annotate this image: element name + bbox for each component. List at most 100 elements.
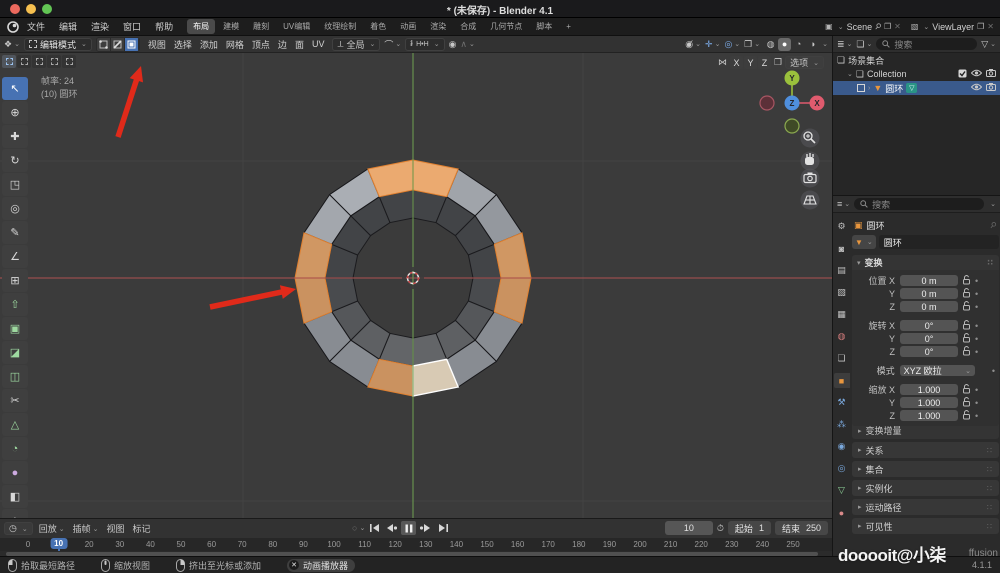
outliner-sync-dropdown[interactable]: ❏⌄	[856, 39, 872, 50]
panel-实例化[interactable]: ▸实例化∷	[852, 480, 999, 496]
lock-icon[interactable]	[962, 333, 971, 345]
object-type-dropdown[interactable]: ▼⌄	[852, 235, 876, 249]
vertex-select-mode-button[interactable]	[97, 38, 111, 51]
new-viewlayer-icon[interactable]: ❐	[977, 22, 984, 31]
timeline-menu-视图[interactable]: 视图	[107, 522, 125, 535]
frame-end-field[interactable]: 结束 250	[775, 521, 828, 535]
camera-icon[interactable]	[986, 83, 996, 93]
tool-add-cube[interactable]: ⊞	[2, 269, 28, 292]
camera-icon[interactable]	[986, 69, 996, 79]
menu-窗口[interactable]: 窗口	[123, 20, 141, 33]
animate-dot[interactable]: •	[975, 276, 978, 286]
outliner-row-torus-object[interactable]: ›▼圆环▽	[833, 81, 1000, 95]
tool-transform[interactable]: ◎	[2, 197, 28, 220]
workspace-tab-脚本[interactable]: 脚本	[530, 19, 558, 34]
value-field[interactable]: 1.000	[900, 384, 958, 395]
mirror-axis-z-button[interactable]: Z	[758, 56, 771, 69]
transform-orientation-dropdown[interactable]: ⟂ 全局 ⌄	[332, 38, 380, 51]
animate-dot[interactable]: •	[975, 334, 978, 344]
solid-shading-button[interactable]: ●	[778, 38, 791, 51]
animate-dot[interactable]: •	[975, 347, 978, 357]
workspace-tab-建模[interactable]: 建模	[217, 19, 245, 34]
preview-range-icon[interactable]: ⏱	[717, 523, 724, 534]
workspace-tab-动画[interactable]: 动画	[394, 19, 422, 34]
animate-dot[interactable]: •	[975, 289, 978, 299]
outliner-row-scene-collection[interactable]: ❏场景集合	[833, 53, 1000, 67]
viewlayer-selector[interactable]: ▧⌄ ViewLayer ❐ ✕	[911, 22, 994, 32]
timeline-menu-标记[interactable]: 标记	[133, 522, 151, 535]
timeline-menu-插帧[interactable]: 插帧⌄	[73, 522, 99, 535]
visibility-dropdown[interactable]: ◉̸⌄	[685, 39, 701, 50]
eye-icon[interactable]	[971, 69, 982, 79]
panel-集合[interactable]: ▸集合∷	[852, 461, 999, 477]
tool-bevel[interactable]: ◪	[2, 341, 28, 364]
xray-dropdown[interactable]: ❐⌄	[744, 39, 760, 50]
material-shading-button[interactable]: ◔	[792, 38, 805, 51]
workspace-tab-UV编辑[interactable]: UV编辑	[277, 19, 316, 34]
select-option-extend[interactable]	[17, 55, 31, 68]
snap-mini-icon[interactable]: ❐	[774, 57, 782, 68]
tool-knife[interactable]: ✂	[2, 389, 28, 412]
properties-tab-scene[interactable]: ▦	[834, 307, 850, 322]
rotation-mode-dropdown[interactable]: XYZ 欧拉⌄	[900, 365, 975, 376]
menu-渲染[interactable]: 渲染	[91, 20, 109, 33]
properties-tab-world[interactable]: ◍	[834, 329, 850, 344]
tool-extrude-region[interactable]: ⇧	[2, 293, 28, 316]
next-keyframe-button[interactable]	[418, 521, 433, 535]
wireframe-shading-button[interactable]: ◍	[764, 38, 777, 51]
properties-tab-modifiers[interactable]: ⚒	[834, 395, 850, 410]
panel-grip-icon[interactable]: ∷	[987, 258, 994, 267]
animate-dot[interactable]: •	[975, 385, 978, 395]
workspace-tab-雕刻[interactable]: 雕刻	[247, 19, 275, 34]
lock-icon[interactable]	[962, 275, 971, 287]
value-field[interactable]: 0°	[900, 320, 958, 331]
outliner-row-collection[interactable]: ⌄❏Collection	[833, 67, 1000, 81]
3d-viewport[interactable]: YXZ 帧率: 24 (10) 圆环 ↖⊕✚↻◳◎✎∠⊞⇧▣◪◫✂△◔●◧∴ ⋈…	[0, 53, 832, 518]
panel-运动路径[interactable]: ▸运动路径∷	[852, 499, 999, 515]
timeline-ruler[interactable]: 0203040506070809010011012013014015016017…	[0, 538, 832, 551]
tool-edge-slide[interactable]: ◧	[2, 485, 28, 508]
snap-target-dropdown[interactable]: ៛H•H⌄	[405, 38, 444, 51]
jump-to-start-button[interactable]	[367, 521, 382, 535]
scene-name[interactable]: Scene	[847, 22, 873, 32]
tool-spin[interactable]: ◔	[2, 437, 28, 460]
editor-type-dropdown[interactable]: ❖⌄	[4, 39, 20, 50]
rendered-shading-button[interactable]: ◑	[806, 38, 819, 51]
value-field[interactable]: 0°	[900, 333, 958, 344]
delete-scene-icon[interactable]: ✕	[894, 22, 901, 31]
viewport-menu-顶点[interactable]: 顶点	[248, 38, 274, 51]
pin-icon[interactable]: ⚲	[873, 21, 883, 32]
tool-smooth[interactable]: ●	[2, 461, 28, 484]
mirror-axis-x-button[interactable]: X	[730, 56, 743, 69]
gizmos-dropdown[interactable]: ✛⌄	[705, 39, 720, 50]
overlays-dropdown[interactable]: ◎⌄	[724, 39, 740, 50]
value-field[interactable]: 0 m	[900, 301, 958, 312]
panel-可见性[interactable]: ▸可见性∷	[852, 518, 999, 534]
tool-rip-region[interactable]: ∴	[2, 509, 28, 518]
timeline-menu-回放[interactable]: 回放⌄	[39, 522, 65, 535]
outliner-display-mode-dropdown[interactable]: ≣⌄	[837, 39, 852, 50]
lock-icon[interactable]	[962, 384, 971, 396]
add-workspace-button[interactable]: +	[560, 20, 577, 33]
properties-tab-object[interactable]: ■	[834, 373, 850, 388]
scene-selector[interactable]: ▣⌄ Scene ⚲ ❐ ✕	[825, 22, 901, 32]
tool-select-box[interactable]: ↖	[2, 77, 28, 100]
pause-button[interactable]	[401, 521, 416, 535]
camera-view-button[interactable]	[801, 169, 820, 188]
viewport-menu-面[interactable]: 面	[291, 38, 308, 51]
shading-dropdown[interactable]: ⌄	[822, 40, 828, 48]
value-field[interactable]: 1.000	[900, 397, 958, 408]
expand-caret[interactable]: ›	[868, 85, 870, 92]
viewport-menu-UV[interactable]: UV	[308, 39, 329, 49]
lock-icon[interactable]	[962, 320, 971, 332]
mode-dropdown[interactable]: 编辑模式 ⌄	[24, 38, 92, 51]
tool-cursor[interactable]: ⊕	[2, 101, 28, 124]
properties-tab-constraints[interactable]: ◎	[834, 461, 850, 476]
menu-文件[interactable]: 文件	[27, 20, 45, 33]
tool-measure[interactable]: ∠	[2, 245, 28, 268]
properties-tab-data[interactable]: ▽	[834, 483, 850, 498]
lock-icon[interactable]	[962, 397, 971, 409]
properties-editor-type-dropdown[interactable]: ≡⌄	[837, 199, 850, 209]
playhead[interactable]: 10	[50, 538, 67, 549]
tool-loop-cut[interactable]: ◫	[2, 365, 28, 388]
